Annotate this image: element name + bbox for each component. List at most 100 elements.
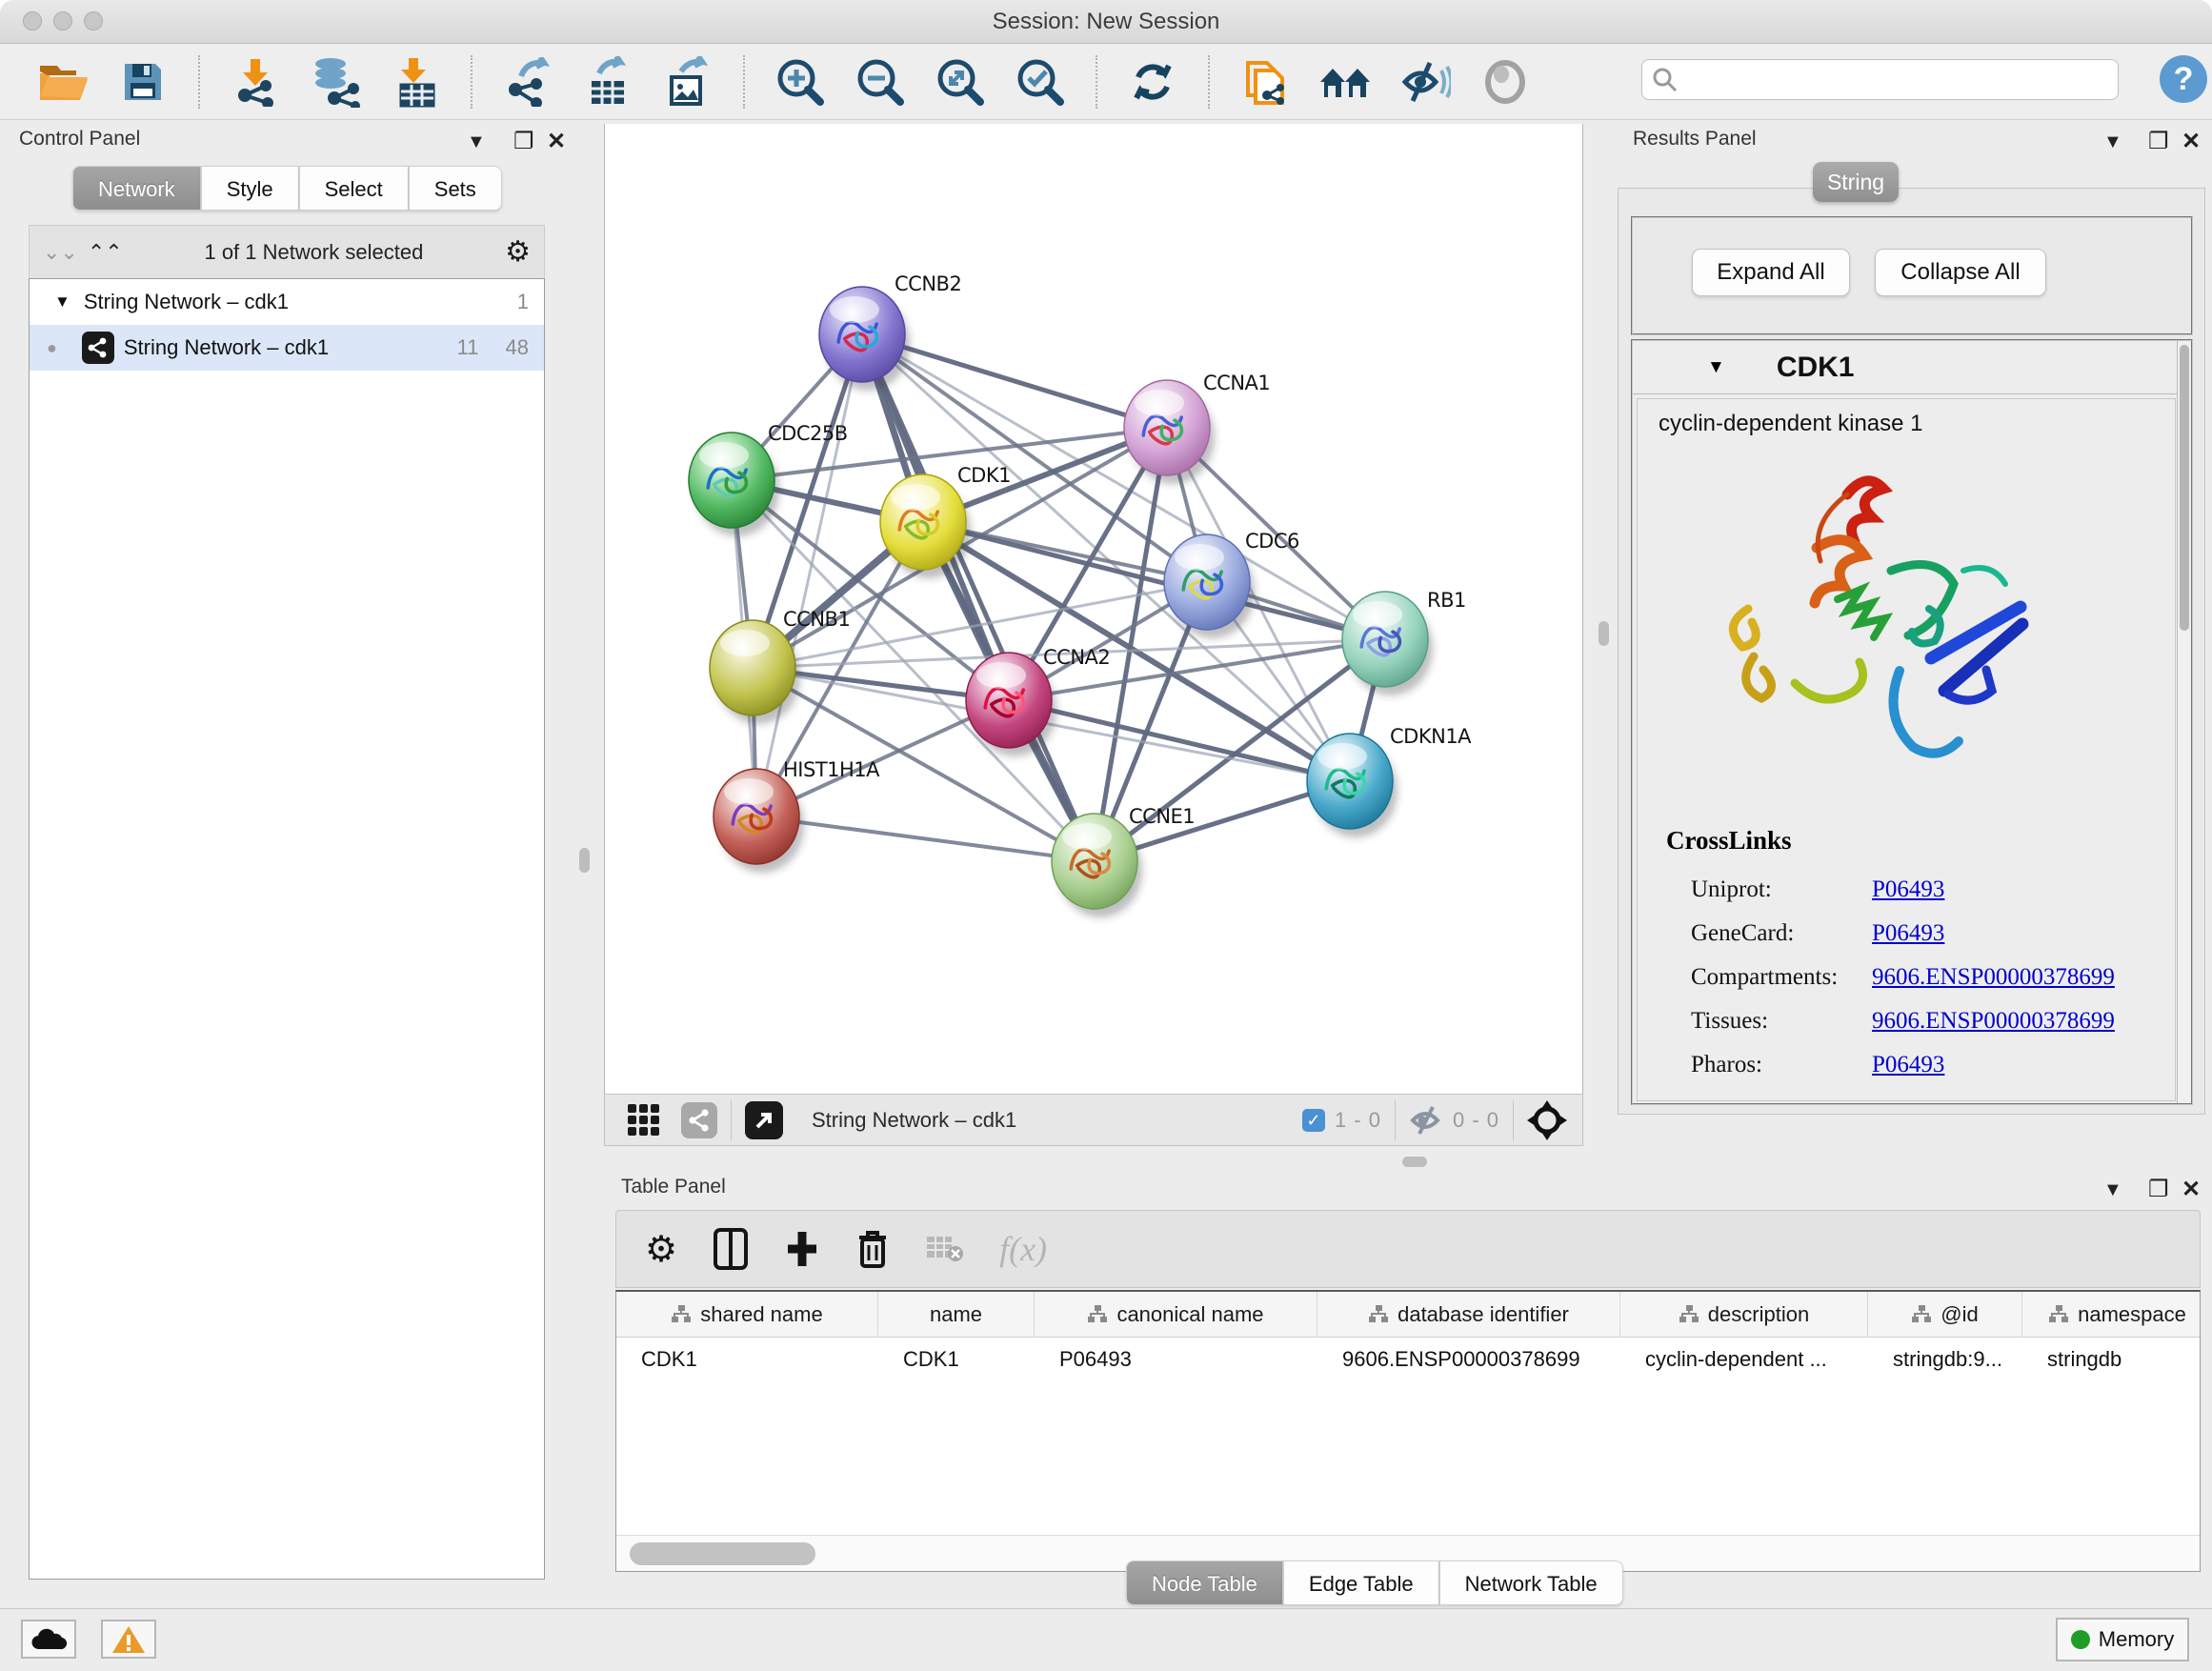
show-hide-graphics-button[interactable] xyxy=(1400,57,1450,107)
zoom-in-button[interactable] xyxy=(775,57,825,107)
network-node-CCNB1[interactable]: CCNB1 xyxy=(710,608,850,724)
network-edge-HIST1H1A-CCNE1[interactable] xyxy=(756,816,1095,861)
table-row[interactable]: CDK1CDK1P064939606.ENSP00000378699cyclin… xyxy=(616,1338,2200,1380)
left-splitter-handle[interactable] xyxy=(579,848,590,873)
selected-checkbox-icon[interactable]: ✓ xyxy=(1302,1109,1325,1132)
tree-expander-icon[interactable]: ▼ xyxy=(54,292,70,312)
import-network-database-button[interactable] xyxy=(311,57,360,107)
network-node-RB1[interactable]: RB1 xyxy=(1342,589,1466,695)
control-panel-close-icon[interactable]: ✕ xyxy=(547,128,566,155)
column-header-shared-name[interactable]: shared name xyxy=(616,1292,878,1337)
network-canvas[interactable]: CCNB2CCNA1CDC25BCDK1CDC6RB1CCNB1CCNA2CDK… xyxy=(604,124,1583,1094)
network-edge-CCNB2-CCNE1[interactable] xyxy=(862,334,1095,861)
crosslink-link[interactable]: P06493 xyxy=(1872,920,1944,947)
tab-network-table[interactable]: Network Table xyxy=(1439,1560,1623,1605)
network-edge-CCNB2-HIST1H1A[interactable] xyxy=(756,334,862,816)
delete-column-trash-icon[interactable] xyxy=(856,1228,889,1270)
import-network-file-button[interactable] xyxy=(231,57,280,107)
grid-view-icon[interactable] xyxy=(626,1102,662,1138)
table-panel-close-icon[interactable]: ✕ xyxy=(2182,1176,2201,1203)
results-panel-float-icon[interactable]: ❐ xyxy=(2148,128,2169,155)
table-settings-gear-icon[interactable]: ⚙ xyxy=(645,1228,677,1271)
fit-content-button[interactable] xyxy=(935,57,985,107)
column-header-canonical-name[interactable]: canonical name xyxy=(1035,1292,1317,1337)
warnings-button[interactable] xyxy=(101,1620,156,1659)
table-cell[interactable]: stringdb xyxy=(2022,1347,2212,1372)
gene-header[interactable]: ▼ CDK1 xyxy=(1633,341,2191,394)
column-type-icon xyxy=(1679,1304,1699,1325)
tab-select[interactable]: Select xyxy=(299,166,409,211)
gear-icon[interactable]: ⚙ xyxy=(505,235,531,269)
table-hscrollbar-thumb[interactable] xyxy=(630,1542,815,1565)
tab-sets[interactable]: Sets xyxy=(409,166,502,211)
eye-disabled-button[interactable] xyxy=(1480,57,1530,107)
control-panel-float-icon[interactable]: ❐ xyxy=(513,128,534,155)
show-columns-icon[interactable] xyxy=(714,1228,748,1270)
network-row[interactable]: ● String Network – cdk1 11 48 xyxy=(30,325,544,371)
export-image-button[interactable] xyxy=(663,57,713,107)
import-table-button[interactable] xyxy=(391,57,440,107)
network-node-CDC6[interactable]: CDC6 xyxy=(1164,530,1299,638)
zoom-selected-button[interactable] xyxy=(1016,57,1065,107)
gene-expander-icon[interactable]: ▼ xyxy=(1707,357,1725,378)
save-session-button[interactable] xyxy=(118,57,168,107)
results-panel-menu-icon[interactable]: ▼ xyxy=(2103,131,2122,153)
add-column-plus-icon[interactable] xyxy=(784,1228,820,1270)
results-scrollbar[interactable] xyxy=(2177,341,2191,1103)
refresh-button[interactable] xyxy=(1128,57,1177,107)
network-node-CCNB2[interactable]: CCNB2 xyxy=(819,272,961,391)
crosslink-link[interactable]: P06493 xyxy=(1872,1052,1944,1078)
crosslink-link[interactable]: 9606.ENSP00000378699 xyxy=(1872,1008,2115,1035)
cloud-button[interactable] xyxy=(21,1620,76,1659)
column-header-description[interactable]: description xyxy=(1620,1292,1868,1337)
search-input[interactable] xyxy=(1679,67,2088,93)
zoom-out-button[interactable] xyxy=(855,57,905,107)
crosslink-link[interactable]: 9606.ENSP00000378699 xyxy=(1872,964,2115,991)
column-header-namespace[interactable]: namespace xyxy=(2022,1292,2212,1337)
crosslink-link[interactable]: P06493 xyxy=(1872,876,1944,903)
collapse-all-button[interactable]: Collapse All xyxy=(1875,249,2046,296)
table-cell[interactable]: P06493 xyxy=(1035,1347,1317,1372)
clone-network-button[interactable] xyxy=(1240,57,1290,107)
home-button[interactable] xyxy=(1320,57,1370,107)
expand-all-icon[interactable]: ⌃⌃ xyxy=(88,240,123,265)
network-collection-row[interactable]: ▼ String Network – cdk1 1 xyxy=(30,279,544,325)
network-node-HIST1H1A[interactable]: HIST1H1A xyxy=(714,758,880,873)
network-node-CCNA1[interactable]: CCNA1 xyxy=(1124,372,1270,484)
results-scrollbar-thumb[interactable] xyxy=(2180,345,2189,631)
detach-view-icon[interactable] xyxy=(745,1101,783,1139)
tab-string[interactable]: String xyxy=(1813,162,1899,202)
open-session-button[interactable] xyxy=(38,57,88,107)
table-panel-menu-icon[interactable]: ▼ xyxy=(2103,1179,2122,1201)
export-network-button[interactable] xyxy=(503,57,553,107)
expand-all-button[interactable]: Expand All xyxy=(1692,249,1850,296)
table-cell[interactable]: cyclin-dependent ... xyxy=(1620,1347,1868,1372)
help-button[interactable]: ? xyxy=(2160,55,2207,103)
tab-edge-table[interactable]: Edge Table xyxy=(1283,1560,1439,1605)
table-cell[interactable]: stringdb:9... xyxy=(1868,1347,2022,1372)
column-header-database-identifier[interactable]: database identifier xyxy=(1317,1292,1620,1337)
share-view-icon[interactable] xyxy=(681,1102,717,1138)
export-table-button[interactable] xyxy=(583,57,633,107)
network-node-CDC25B[interactable]: CDC25B xyxy=(689,422,848,536)
table-cell[interactable]: CDK1 xyxy=(878,1347,1035,1372)
results-panel-close-icon[interactable]: ✕ xyxy=(2182,128,2201,155)
table-cell[interactable]: 9606.ENSP00000378699 xyxy=(1317,1347,1620,1372)
right-splitter-handle[interactable] xyxy=(1599,621,1609,646)
control-panel-title: Control Panel xyxy=(19,128,140,151)
network-node-CDKN1A[interactable]: CDKN1A xyxy=(1307,725,1472,837)
birdseye-crosshair-icon[interactable] xyxy=(1527,1100,1567,1140)
tab-node-table[interactable]: Node Table xyxy=(1126,1560,1283,1605)
network-node-CCNA2[interactable]: CCNA2 xyxy=(966,646,1110,756)
column-header-name[interactable]: name xyxy=(878,1292,1035,1337)
collapse-all-icon[interactable]: ⌄⌄ xyxy=(43,240,78,265)
network-node-CCNE1[interactable]: CCNE1 xyxy=(1052,805,1195,917)
table-cell[interactable]: CDK1 xyxy=(616,1347,878,1372)
tab-style[interactable]: Style xyxy=(201,166,299,211)
memory-button[interactable]: Memory xyxy=(2056,1618,2189,1661)
control-panel-menu-icon[interactable]: ▼ xyxy=(467,131,486,153)
table-panel-float-icon[interactable]: ❐ xyxy=(2148,1176,2169,1203)
tab-network[interactable]: Network xyxy=(72,166,201,211)
horizontal-splitter-handle[interactable] xyxy=(1402,1157,1427,1167)
column-header-@id[interactable]: @id xyxy=(1868,1292,2022,1337)
